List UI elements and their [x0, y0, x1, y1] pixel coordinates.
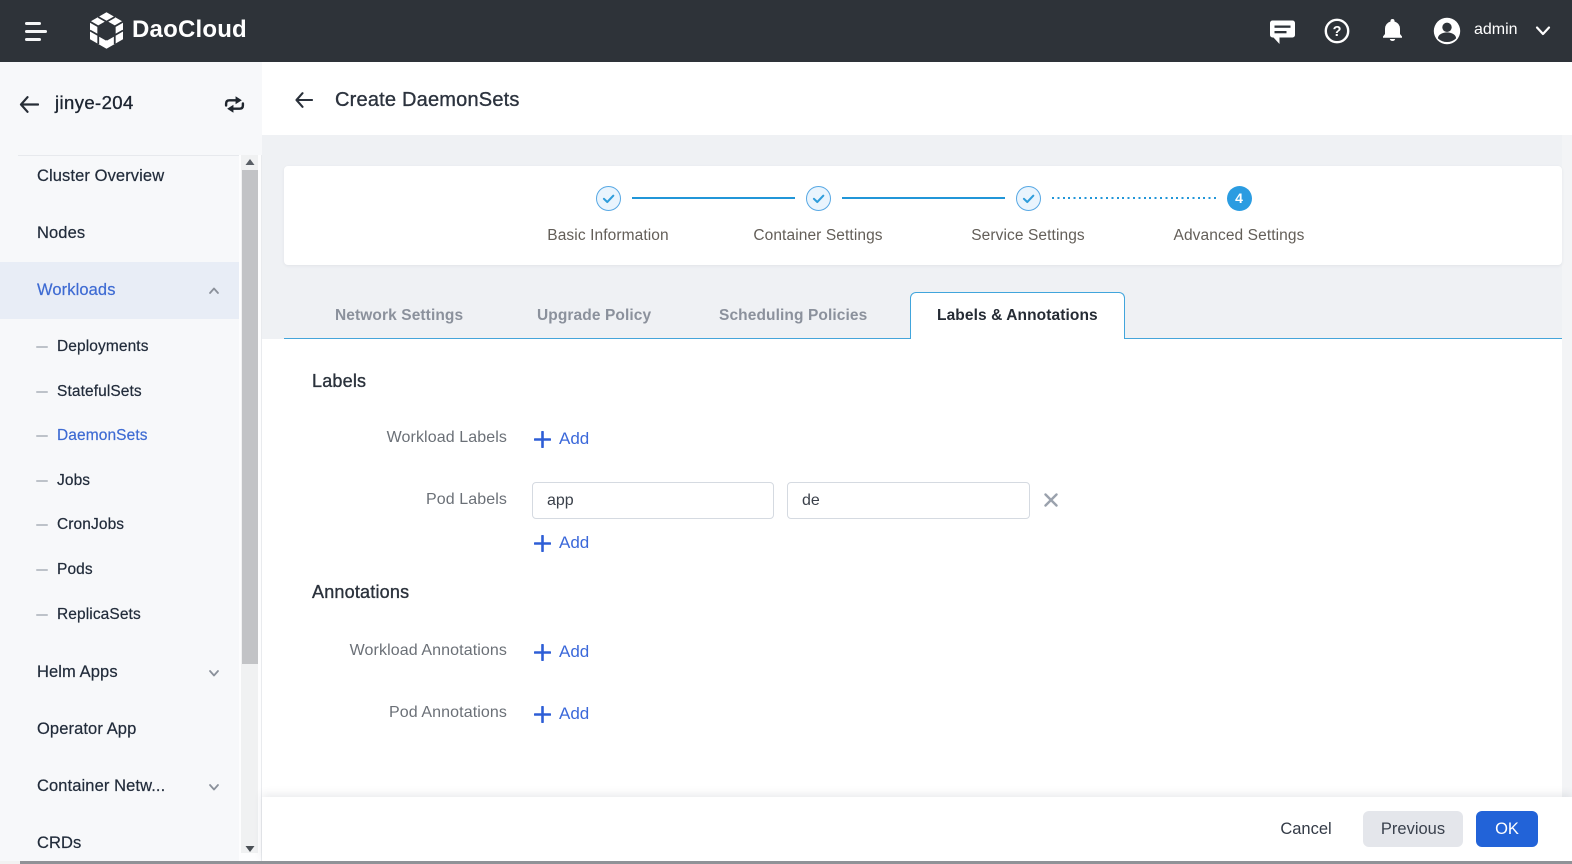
svg-text:?: ? — [1333, 24, 1342, 40]
